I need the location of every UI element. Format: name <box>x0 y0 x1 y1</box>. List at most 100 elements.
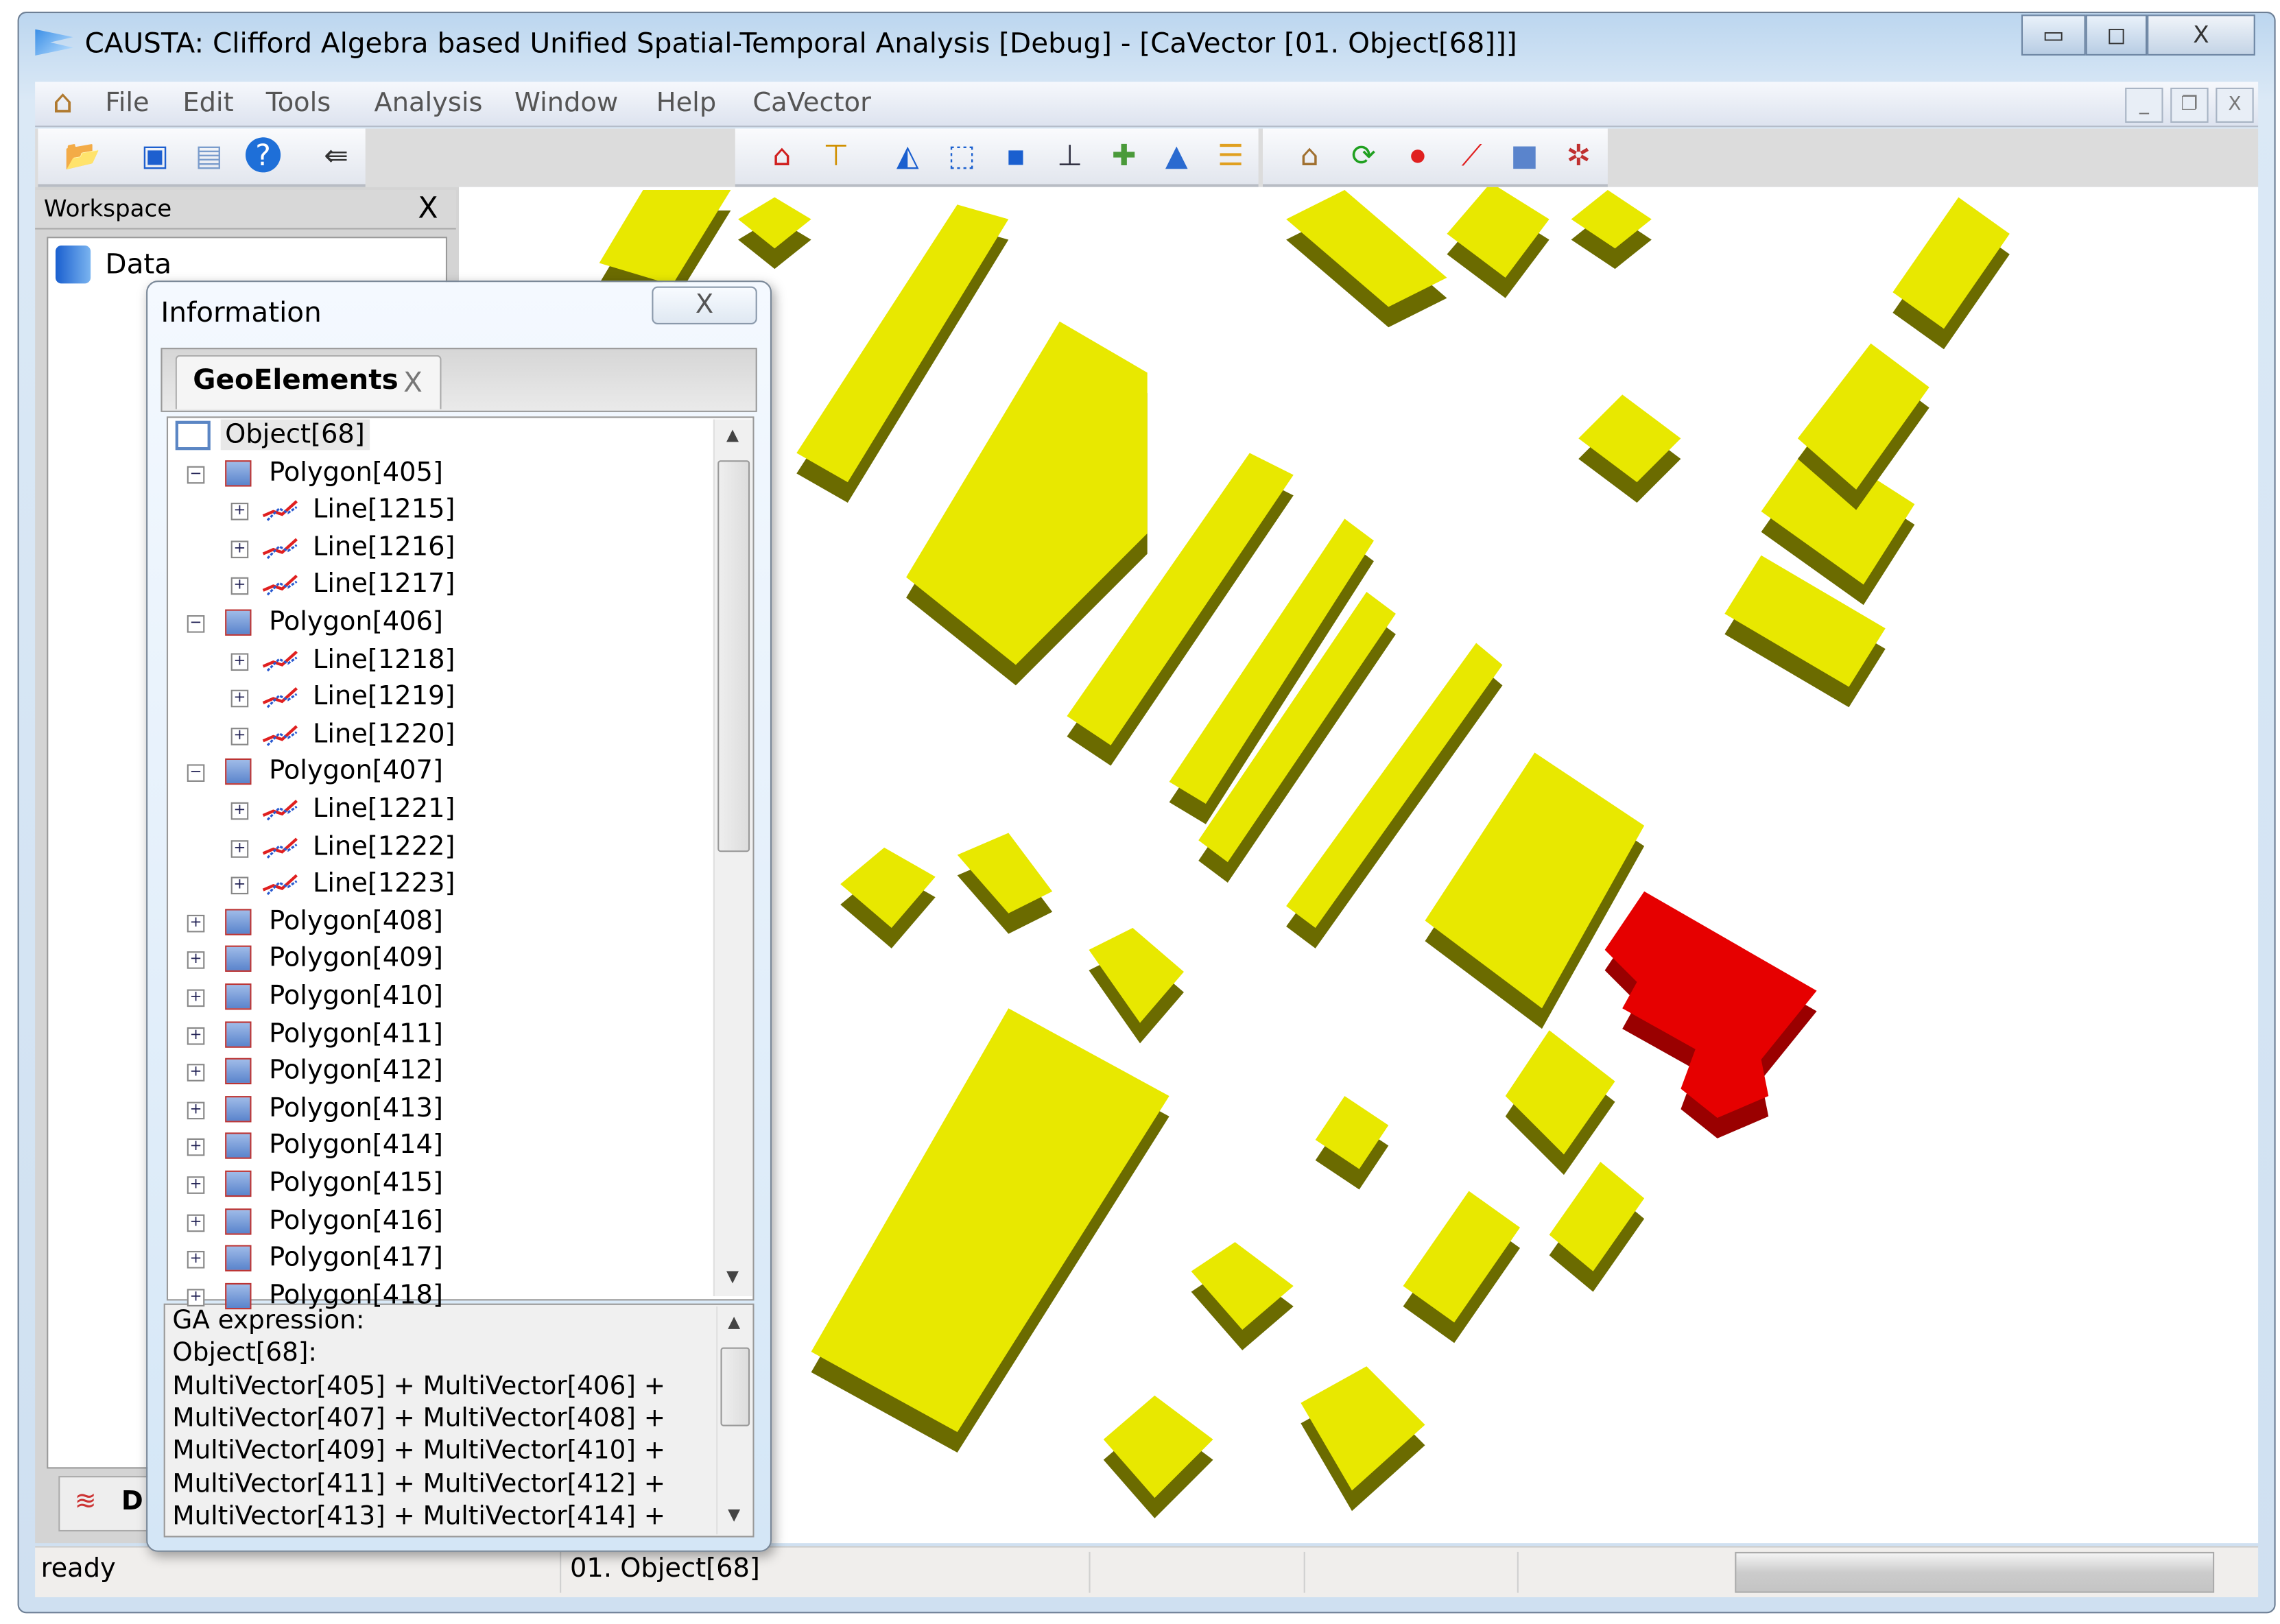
building[interactable] <box>796 204 1009 483</box>
layer-icon[interactable]: ▪ <box>998 137 1033 172</box>
building[interactable] <box>811 1008 1169 1433</box>
expand-icon[interactable]: + <box>187 1064 205 1082</box>
polygon-icon[interactable]: ■ <box>1507 137 1542 172</box>
expand-icon[interactable]: + <box>187 1176 205 1194</box>
menu-tools[interactable]: Tools <box>266 88 331 119</box>
collapse-icon[interactable]: − <box>187 765 205 783</box>
menu-edit[interactable]: Edit <box>182 88 233 119</box>
scroll-thumb[interactable] <box>720 1347 750 1426</box>
expand-icon[interactable]: + <box>230 876 249 895</box>
tree-item[interactable]: + Polygon[415] <box>169 1166 710 1202</box>
scroll-up-arrow-icon[interactable]: ▲ <box>728 1312 740 1331</box>
expand-icon[interactable]: + <box>230 652 249 671</box>
tree-item[interactable]: + Line[1221] <box>169 792 710 828</box>
ga-scrollbar[interactable]: ▲ ▼ <box>716 1306 753 1535</box>
scroll-down-arrow-icon[interactable]: ▼ <box>728 1505 740 1525</box>
tree-item[interactable]: + Line[1215] <box>169 492 710 529</box>
save-icon[interactable]: ▣ <box>137 137 172 172</box>
expand-icon[interactable]: + <box>230 727 249 745</box>
expand-icon[interactable]: + <box>187 1101 205 1119</box>
line-icon[interactable]: ⟋ <box>1454 137 1489 172</box>
expand-icon[interactable]: + <box>230 503 249 521</box>
tree-item[interactable]: + Line[1219] <box>169 680 710 716</box>
pin-icon[interactable]: ⊤ <box>818 137 853 172</box>
house-icon[interactable]: ⌂ <box>1292 137 1327 172</box>
tree-item[interactable]: Object[68] <box>169 418 710 454</box>
polygon-icon <box>225 908 252 935</box>
tree-item[interactable]: + Line[1218] <box>169 643 710 679</box>
expand-icon[interactable]: + <box>187 989 205 1007</box>
tree-item[interactable]: + Line[1222] <box>169 829 710 865</box>
close-button[interactable]: X <box>2147 14 2255 56</box>
tree-scrollbar[interactable]: ▲ ▼ <box>713 419 753 1297</box>
tree-item[interactable]: + Polygon[414] <box>169 1129 710 1165</box>
help-icon[interactable]: ? <box>245 137 281 173</box>
menu-analysis[interactable]: Analysis <box>374 88 482 119</box>
tree-item[interactable]: − Polygon[406] <box>169 605 710 641</box>
expand-icon[interactable]: + <box>187 1027 205 1044</box>
collapse-icon[interactable]: − <box>187 465 205 483</box>
save-all-icon[interactable]: ▤ <box>191 137 226 172</box>
network-icon[interactable]: ✲ <box>1561 137 1596 172</box>
open-folder-icon[interactable]: 📂 <box>64 137 101 172</box>
point-icon[interactable]: ● <box>1400 137 1435 172</box>
expand-icon[interactable]: + <box>187 914 205 933</box>
select-icon[interactable]: ⬚ <box>944 137 979 172</box>
expand-icon[interactable]: + <box>230 540 249 558</box>
list-icon[interactable]: ☰ <box>1213 137 1248 172</box>
tree-item[interactable]: + Polygon[417] <box>169 1241 710 1277</box>
information-close-button[interactable]: X <box>652 286 757 325</box>
tree-item[interactable]: + Polygon[411] <box>169 1016 710 1053</box>
menu-help[interactable]: Help <box>656 88 716 119</box>
hierarchy-icon[interactable]: ⊥ <box>1052 137 1087 172</box>
expand-icon[interactable]: + <box>187 1288 205 1306</box>
scroll-thumb[interactable] <box>717 460 750 852</box>
tree-item[interactable]: + Line[1220] <box>169 717 710 754</box>
workspace-data-node[interactable]: Data <box>105 248 171 280</box>
tree-item[interactable]: + Polygon[410] <box>169 979 710 1016</box>
building[interactable] <box>1103 1395 1213 1498</box>
tree-item[interactable]: + Polygon[416] <box>169 1204 710 1240</box>
globe-icon[interactable]: ▲ <box>1159 137 1194 172</box>
expand-icon[interactable]: + <box>187 1138 205 1157</box>
home-view-icon[interactable]: ⌂ <box>764 137 799 172</box>
exit-icon[interactable]: ⇚ <box>319 137 354 172</box>
mdi-minimize-button[interactable]: _ <box>2125 87 2163 123</box>
scroll-up-arrow-icon[interactable]: ▲ <box>726 425 739 444</box>
building[interactable] <box>1505 1030 1615 1155</box>
home-icon[interactable]: ⌂ <box>53 85 73 121</box>
selected-building[interactable] <box>1604 891 1817 1119</box>
tree-item[interactable]: + Polygon[408] <box>169 905 710 941</box>
expand-icon[interactable]: + <box>230 577 249 596</box>
tree-item[interactable]: + Polygon[413] <box>169 1091 710 1127</box>
expand-icon[interactable]: + <box>187 1251 205 1269</box>
mdi-close-button[interactable]: X <box>2216 87 2254 123</box>
expand-icon[interactable]: + <box>187 951 205 970</box>
tab-close-button[interactable]: X <box>403 367 423 399</box>
maximize-button[interactable]: ◻ <box>2085 14 2148 56</box>
mirror-icon[interactable]: ◭ <box>890 137 925 172</box>
expand-icon[interactable]: + <box>187 1213 205 1232</box>
puzzle-icon[interactable]: ✚ <box>1106 137 1141 172</box>
scroll-down-arrow-icon[interactable]: ▼ <box>726 1267 739 1286</box>
tree-item[interactable]: − Polygon[405] <box>169 455 710 492</box>
tree-item[interactable]: + Line[1216] <box>169 530 710 566</box>
building[interactable] <box>1301 1366 1425 1491</box>
expand-icon[interactable]: + <box>230 690 249 708</box>
tree-item[interactable]: + Polygon[412] <box>169 1054 710 1090</box>
tree-item[interactable]: + Line[1217] <box>169 568 710 604</box>
expand-icon[interactable]: + <box>230 802 249 820</box>
menu-file[interactable]: File <box>105 88 149 119</box>
minimize-button[interactable]: ▭ <box>2021 14 2086 56</box>
tree-item[interactable]: + Line[1223] <box>169 867 710 903</box>
polygon-icon <box>225 1170 252 1197</box>
tree-item[interactable]: − Polygon[407] <box>169 754 710 791</box>
expand-icon[interactable]: + <box>230 839 249 857</box>
mdi-restore-button[interactable]: ❐ <box>2170 87 2209 123</box>
workspace-close-button[interactable]: X <box>418 190 438 225</box>
refresh-icon[interactable]: ⟳ <box>1346 137 1381 172</box>
menu-window[interactable]: Window <box>514 88 618 119</box>
tree-item[interactable]: + Polygon[409] <box>169 942 710 978</box>
menu-cavector[interactable]: CaVector <box>752 88 871 119</box>
collapse-icon[interactable]: − <box>187 615 205 633</box>
